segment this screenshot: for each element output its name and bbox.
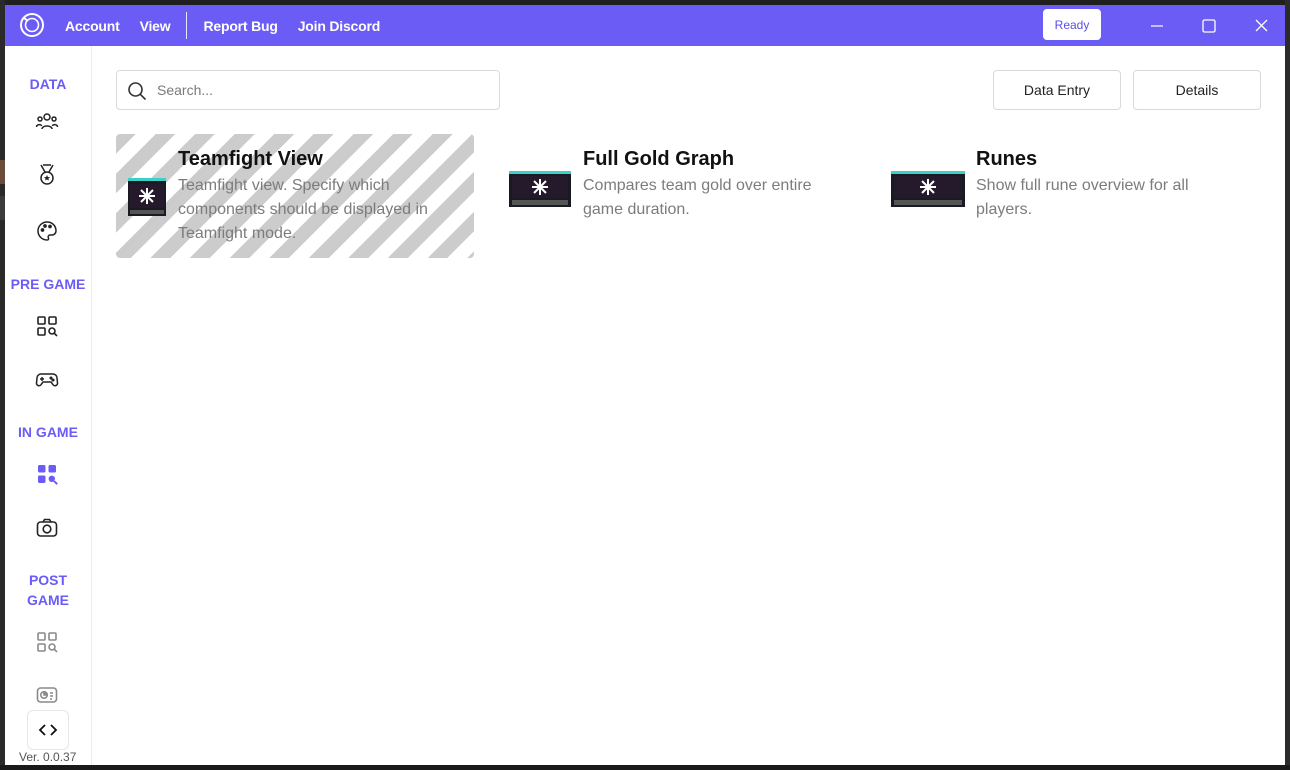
overlay-thumbnail — [891, 171, 965, 207]
overlay-description: Show full rune overview for all players. — [976, 177, 1189, 218]
sidebar: DATA PRE GAME IN GAME POST GAME Ver. 0.0… — [5, 46, 92, 765]
sidebar-item-teams[interactable] — [34, 109, 60, 135]
app-window: Account View Report Bug Join Discord Rea… — [5, 5, 1285, 765]
close-icon — [1255, 19, 1267, 32]
search-input[interactable] — [157, 79, 487, 101]
status-ready-button[interactable]: Ready — [1043, 9, 1101, 40]
menu-join-discord[interactable]: Join Discord — [288, 18, 390, 34]
sidebar-item-post-game-stats[interactable] — [34, 682, 60, 708]
palette-icon — [37, 221, 57, 241]
sidebar-item-champ-select[interactable] — [34, 366, 60, 392]
version-label: Ver. 0.0.37 — [19, 750, 77, 764]
section-label-post-game: POST GAME — [5, 570, 91, 610]
stats-card-icon — [36, 687, 58, 703]
menu-account[interactable]: Account — [55, 18, 130, 34]
menu-view[interactable]: View — [130, 18, 181, 34]
overlay-title: Runes — [976, 148, 1038, 170]
overlay-card-full-gold-graph[interactable]: Full Gold Graph Compares team gold over … — [505, 134, 865, 258]
grid-search-icon — [37, 316, 58, 337]
maximize-icon — [1202, 18, 1216, 33]
overlay-card-teamfight-view[interactable]: Teamfight View Teamfight view. Specify w… — [116, 134, 474, 258]
overlay-thumbnail — [509, 171, 571, 207]
sidebar-item-style[interactable] — [34, 218, 60, 244]
section-label-pre-game: PRE GAME — [10, 276, 86, 292]
data-entry-button[interactable]: Data Entry — [993, 70, 1121, 110]
sidebar-item-tournament[interactable] — [34, 162, 60, 188]
search-box — [116, 70, 500, 110]
developer-tools-button[interactable] — [27, 710, 69, 750]
desktop-background-bottom — [0, 765, 1290, 770]
grid-search-filled-icon — [38, 465, 58, 485]
minimize-icon — [1151, 24, 1163, 27]
users-icon — [35, 113, 59, 130]
overlay-thumbnail — [128, 178, 166, 216]
overlay-title: Full Gold Graph — [583, 148, 735, 170]
maximize-button[interactable] — [1184, 5, 1234, 46]
title-bar: Account View Report Bug Join Discord Rea… — [5, 5, 1285, 46]
overlay-title: Teamfight View — [178, 148, 323, 170]
desktop-background-right — [1285, 0, 1290, 770]
sidebar-item-in-game-overlays[interactable] — [34, 461, 60, 487]
details-button[interactable]: Details — [1133, 70, 1261, 110]
app-logo-icon — [20, 13, 44, 37]
overlay-card-runes[interactable]: Runes Show full rune overview for all pl… — [889, 134, 1259, 258]
overlay-description: Compares team gold over entire game dura… — [583, 177, 812, 218]
menu-report-bug[interactable]: Report Bug — [193, 18, 287, 34]
search-icon — [128, 82, 147, 101]
section-label-in-game: IN GAME — [18, 424, 78, 440]
sidebar-item-pre-game-overlays[interactable] — [34, 313, 60, 339]
menu-divider — [186, 12, 188, 39]
camera-icon — [36, 518, 58, 537]
sidebar-item-camera[interactable] — [34, 515, 60, 541]
section-label-data: DATA — [29, 76, 67, 92]
grid-search-icon — [37, 632, 58, 653]
sidebar-item-post-game-overlays[interactable] — [34, 629, 60, 655]
close-button[interactable] — [1236, 5, 1285, 46]
minimize-button[interactable] — [1132, 5, 1182, 46]
section-label-post-game-line1: POST — [28, 572, 68, 588]
section-label-post-game-line2: GAME — [27, 592, 69, 608]
code-icon — [38, 724, 58, 736]
main-menu: Account View Report Bug Join Discord — [55, 5, 390, 46]
gamepad-icon — [35, 373, 59, 387]
medal-icon — [40, 164, 54, 185]
overlay-description: Teamfight view. Specify which components… — [178, 177, 428, 242]
